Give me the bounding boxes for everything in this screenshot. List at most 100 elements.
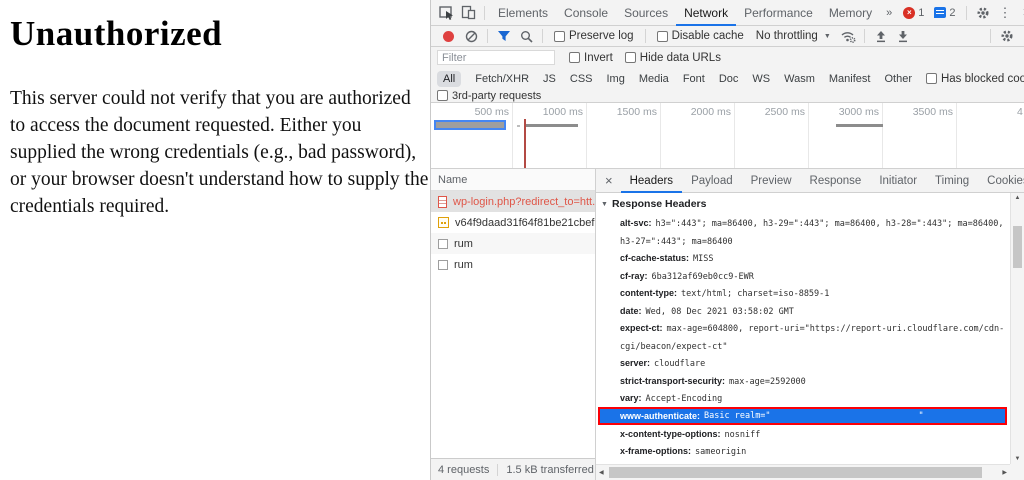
throttling-select[interactable]: No throttling ▼ [756, 30, 831, 42]
horizontal-scroll-thumb[interactable] [609, 467, 982, 478]
timeline-tick: 500 ms [439, 106, 509, 118]
tab-memory[interactable]: Memory [821, 0, 880, 26]
scroll-up-icon[interactable]: ▲ [1011, 195, 1024, 201]
filter-input[interactable] [437, 50, 555, 65]
scroll-left-icon[interactable]: ◀ [599, 469, 604, 476]
header-content-type: content-type:text/html; charset=iso-8859… [596, 284, 1010, 302]
detail-tab-response[interactable]: Response [801, 169, 871, 193]
more-tabs-icon[interactable]: » [880, 7, 898, 19]
disclosure-triangle-icon: ▼ [601, 201, 608, 208]
divider [487, 29, 488, 43]
request-row-rum-2[interactable]: rum [431, 254, 595, 275]
divider [990, 29, 991, 43]
checkbox [657, 31, 668, 42]
scroll-right-icon[interactable]: ▶ [1002, 469, 1007, 476]
disable-cache-checkbox[interactable]: Disable cache [657, 30, 744, 42]
type-filter-js[interactable]: JS [537, 71, 562, 87]
headers-content: ▼ Response Headers alt-svc:h3=":443"; ma… [596, 193, 1010, 464]
type-filter-css[interactable]: CSS [564, 71, 599, 87]
has-blocked-cookies-checkbox[interactable]: Has blocked cookies [926, 73, 1024, 85]
header-alt-svc-cont: h3-27=":443"; ma=86400 [596, 232, 1010, 250]
horizontal-scrollbar[interactable]: ◀ ▶ [596, 464, 1010, 480]
issues-badge[interactable]: 2 [929, 7, 960, 19]
devtools-tabbar: Elements Console Sources Network Perform… [431, 0, 1024, 26]
detail-tab-payload[interactable]: Payload [682, 169, 742, 193]
third-party-row: 3rd-party requests [431, 89, 1024, 103]
filter-funnel-icon[interactable] [493, 26, 515, 46]
chevron-down-icon: ▼ [824, 33, 831, 40]
record-icon[interactable] [443, 31, 454, 42]
document-icon [438, 196, 447, 208]
hide-data-urls-checkbox[interactable]: Hide data URLs [625, 52, 721, 64]
tab-network[interactable]: Network [676, 0, 736, 26]
tab-performance[interactable]: Performance [736, 0, 821, 26]
vertical-scrollbar[interactable]: ▲ ▼ [1010, 193, 1024, 464]
request-list-empty-area [431, 275, 595, 458]
detail-tab-cookies[interactable]: Cookies [978, 169, 1024, 193]
type-filter-doc[interactable]: Doc [713, 71, 745, 87]
export-har-icon[interactable] [892, 26, 914, 46]
network-conditions-icon[interactable] [837, 26, 859, 46]
error-badge[interactable]: × 1 [898, 7, 929, 19]
third-party-requests-checkbox[interactable]: 3rd-party requests [437, 90, 541, 102]
type-filter-wasm[interactable]: Wasm [778, 71, 821, 87]
script-icon [438, 217, 449, 228]
request-row-wp-login[interactable]: wp-login.php?redirect_to=htt... [431, 191, 595, 212]
divider [497, 464, 498, 476]
invert-checkbox[interactable]: Invert [569, 52, 613, 64]
generic-request-icon [438, 239, 448, 249]
type-filter-img[interactable]: Img [601, 71, 631, 87]
response-headers-section[interactable]: ▼ Response Headers [596, 193, 1010, 214]
type-filter-font[interactable]: Font [677, 71, 711, 87]
vertical-scroll-thumb[interactable] [1013, 226, 1022, 268]
settings-gear-icon[interactable] [972, 3, 994, 23]
detail-tab-headers[interactable]: Headers [621, 169, 682, 193]
header-expect-ct-cont: cgi/beacon/expect-ct" [596, 337, 1010, 355]
message-icon [934, 7, 946, 18]
timeline-tick: 2500 ms [735, 106, 805, 118]
request-type-filters: All Fetch/XHR JS CSS Img Media Font Doc … [431, 68, 1024, 89]
header-x-frame-options: x-frame-options:sameorigin [596, 442, 1010, 460]
type-filter-media[interactable]: Media [633, 71, 675, 87]
name-column-header[interactable]: Name [431, 169, 595, 191]
scroll-down-icon[interactable]: ▼ [1011, 456, 1024, 462]
waterfall-bar-selected [434, 120, 506, 130]
type-filter-all[interactable]: All [437, 71, 461, 87]
detail-tab-timing[interactable]: Timing [926, 169, 978, 193]
header-vary: vary:Accept-Encoding [596, 389, 1010, 407]
timeline-tick-clipped: 4 [1017, 106, 1023, 118]
divider [966, 6, 967, 20]
divider [484, 6, 485, 20]
request-row-script[interactable]: v64f9daad31f64f81be21cbef6... [431, 212, 595, 233]
device-toolbar-icon[interactable] [457, 3, 479, 23]
type-filter-fetchxhr[interactable]: Fetch/XHR [469, 71, 535, 87]
type-filter-manifest[interactable]: Manifest [823, 71, 877, 87]
more-options-icon[interactable]: ⋮ [994, 5, 1017, 21]
preserve-log-checkbox[interactable]: Preserve log [554, 30, 634, 42]
timeline-tick: 3500 ms [883, 106, 953, 118]
search-icon[interactable] [515, 26, 537, 46]
waterfall-bar [836, 124, 883, 127]
clear-icon[interactable] [460, 26, 482, 46]
tab-sources[interactable]: Sources [616, 0, 676, 26]
close-devtools-icon[interactable]: × [1017, 4, 1024, 21]
tab-elements[interactable]: Elements [490, 0, 556, 26]
request-list: Name wp-login.php?redirect_to=htt... v64… [431, 169, 596, 480]
network-settings-gear-icon[interactable] [996, 26, 1018, 46]
checkbox [569, 52, 580, 63]
page-body: This server could not verify that you ar… [10, 85, 430, 220]
detail-tab-preview[interactable]: Preview [742, 169, 801, 193]
timeline-tick: 1500 ms [587, 106, 657, 118]
tab-console[interactable]: Console [556, 0, 616, 26]
detail-tabbar: × Headers Payload Preview Response Initi… [596, 169, 1024, 193]
network-overview-timeline[interactable]: 500 ms 1000 ms 1500 ms 2000 ms 2500 ms 3… [431, 103, 1024, 169]
type-filter-ws[interactable]: WS [746, 71, 776, 87]
inspect-element-icon[interactable] [435, 3, 457, 23]
request-row-rum-1[interactable]: rum [431, 233, 595, 254]
divider [645, 29, 646, 43]
detail-tab-initiator[interactable]: Initiator [870, 169, 926, 193]
error-icon: × [903, 7, 915, 19]
type-filter-other[interactable]: Other [878, 71, 918, 87]
close-detail-icon[interactable]: × [596, 173, 621, 188]
import-har-icon[interactable] [870, 26, 892, 46]
